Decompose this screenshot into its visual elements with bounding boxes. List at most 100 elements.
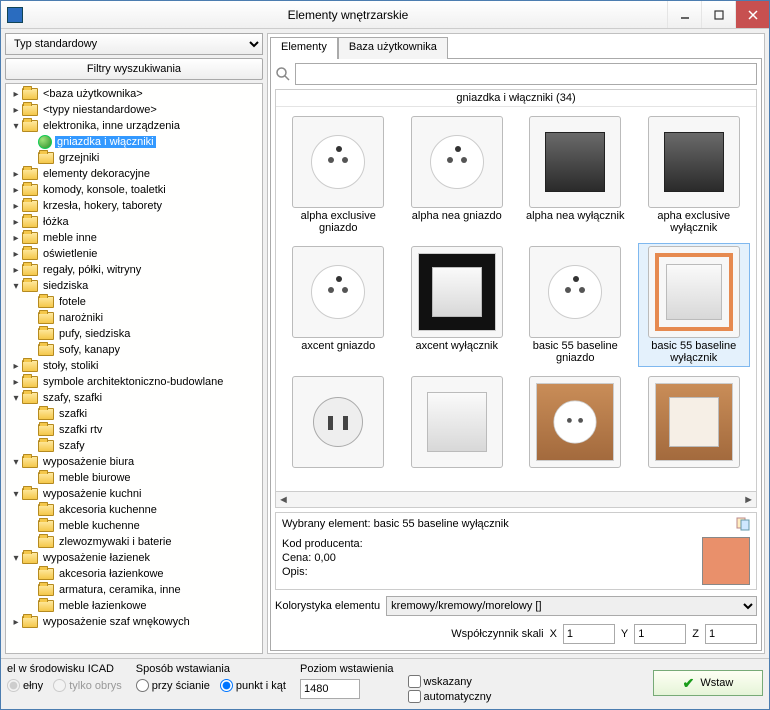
tree-node[interactable]: ▪akcesoria kuchenne xyxy=(6,502,262,518)
tree-node[interactable]: ▸<baza użytkownika> xyxy=(6,86,262,102)
collapse-icon[interactable]: ▾ xyxy=(10,553,22,564)
tree-node[interactable]: ▪zlewozmywaki i baterie xyxy=(6,534,262,550)
tree-node[interactable]: ▪fotele xyxy=(6,294,262,310)
tree-node[interactable]: ▸stoły, stoliki xyxy=(6,358,262,374)
grid-item[interactable] xyxy=(282,373,395,491)
collapse-icon[interactable]: ▾ xyxy=(10,121,22,132)
tree-label: elektronika, inne urządzenia xyxy=(41,120,182,132)
tree-node[interactable]: ▸ wyposażenie szaf wnękowych xyxy=(6,614,262,630)
folder-icon xyxy=(38,152,54,164)
item-grid[interactable]: alpha exclusive gniazdo alpha nea gniazdo… xyxy=(276,107,756,491)
expand-icon[interactable]: ▸ xyxy=(10,265,22,276)
grid-item[interactable]: axcent wyłącznik xyxy=(401,243,514,367)
category-tree[interactable]: ▸<baza użytkownika>▸<typy niestandardowe… xyxy=(5,83,263,654)
folder-icon xyxy=(38,568,54,580)
tree-node[interactable]: ▸komody, konsole, toaletki xyxy=(6,182,262,198)
expand-icon[interactable]: ▸ xyxy=(10,105,22,116)
tree-node[interactable]: ▪meble biurowe xyxy=(6,470,262,486)
tree-node[interactable]: ▪szafki rtv xyxy=(6,422,262,438)
tree-node[interactable]: ▸regały, półki, witryny xyxy=(6,262,262,278)
tree-node[interactable]: ▾wyposażenie łazienek xyxy=(6,550,262,566)
item-caption: alpha nea gniazdo xyxy=(412,210,502,234)
expand-icon[interactable]: ▸ xyxy=(10,377,22,388)
tree-node[interactable]: ▾szafy, szafki xyxy=(6,390,262,406)
tree-node[interactable]: ▸meble inne xyxy=(6,230,262,246)
tree-label: wyposażenie szaf wnękowych xyxy=(41,616,192,628)
grid-item[interactable]: basic 55 baseline gniazdo xyxy=(519,243,632,367)
collapse-icon[interactable]: ▾ xyxy=(10,489,22,500)
insert-button[interactable]: ✔Wstaw xyxy=(653,670,763,696)
tree-node[interactable]: ▪narożniki xyxy=(6,310,262,326)
maximize-button[interactable] xyxy=(701,1,735,28)
expand-icon[interactable]: ▸ xyxy=(10,201,22,212)
color-select[interactable]: kremowy/kremowy/morelowy [] xyxy=(386,596,757,616)
grid-item[interactable] xyxy=(638,373,751,491)
expand-icon[interactable]: ▸ xyxy=(10,361,22,372)
tree-node[interactable]: ▪gniazdka i włączniki xyxy=(6,134,262,150)
radio-by-wall[interactable]: przy ścianie xyxy=(136,679,210,692)
expand-icon[interactable]: ▸ xyxy=(10,249,22,260)
grid-item[interactable] xyxy=(519,373,632,491)
grid-title: gniazdka i włączniki (34) xyxy=(276,90,756,107)
grid-item[interactable]: basic 55 baseline wyłącznik xyxy=(638,243,751,367)
radio-full[interactable]: ełny xyxy=(7,679,43,692)
check-indicated[interactable]: wskazany xyxy=(408,675,492,688)
tree-node[interactable]: ▪armatura, ceramika, inne xyxy=(6,582,262,598)
tab-user-base[interactable]: Baza użytkownika xyxy=(338,37,448,59)
tree-node[interactable]: ▪grzejniki xyxy=(6,150,262,166)
tree-node[interactable]: ▾wyposażenie kuchni xyxy=(6,486,262,502)
grid-item[interactable]: apha exclusive wyłącznik xyxy=(638,113,751,237)
item-caption: axcent gniazdo xyxy=(301,340,375,364)
folder-icon xyxy=(22,200,38,212)
type-select[interactable]: Typ standardowy xyxy=(5,33,263,55)
collapse-icon[interactable]: ▾ xyxy=(10,393,22,404)
expand-icon[interactable]: ▸ xyxy=(10,617,22,628)
radio-point-angle[interactable]: punkt i kąt xyxy=(220,679,286,692)
tree-label: oświetlenie xyxy=(41,248,99,260)
search-input[interactable] xyxy=(295,63,757,85)
folder-icon xyxy=(22,168,38,180)
tree-node[interactable]: ▸elementy dekoracyjne xyxy=(6,166,262,182)
tree-node[interactable]: ▪szafki xyxy=(6,406,262,422)
folder-icon xyxy=(38,424,54,436)
expand-icon[interactable]: ▸ xyxy=(10,169,22,180)
tree-node[interactable]: ▸łóżka xyxy=(6,214,262,230)
scale-x-input[interactable] xyxy=(563,624,615,644)
filter-button[interactable]: Filtry wyszukiwania xyxy=(5,58,263,80)
tree-node[interactable]: ▪meble kuchenne xyxy=(6,518,262,534)
tree-label: gniazdka i włączniki xyxy=(55,136,156,148)
tab-elements[interactable]: Elementy xyxy=(270,37,338,59)
grid-item[interactable]: alpha nea gniazdo xyxy=(401,113,514,237)
check-automatic[interactable]: automatyczny xyxy=(408,690,492,703)
thumbnail xyxy=(292,246,384,338)
tree-node[interactable]: ▸krzesła, hokery, taborety xyxy=(6,198,262,214)
tree-node[interactable]: ▸<typy niestandardowe> xyxy=(6,102,262,118)
grid-item[interactable]: alpha nea wyłącznik xyxy=(519,113,632,237)
grid-item[interactable]: axcent gniazdo xyxy=(282,243,395,367)
tree-node[interactable]: ▾wyposażenie biura xyxy=(6,454,262,470)
tree-node[interactable]: ▪meble łazienkowe xyxy=(6,598,262,614)
level-input[interactable] xyxy=(300,679,360,699)
scale-z-input[interactable] xyxy=(705,624,757,644)
minimize-button[interactable] xyxy=(667,1,701,28)
tree-node[interactable]: ▾ elektronika, inne urządzenia xyxy=(6,118,262,134)
expand-icon[interactable]: ▸ xyxy=(10,185,22,196)
tree-node[interactable]: ▸ oświetlenie xyxy=(6,246,262,262)
h-scrollbar[interactable]: ◄► xyxy=(276,491,756,507)
tree-node[interactable]: ▸symbole architektoniczno-budowlane xyxy=(6,374,262,390)
grid-item[interactable]: alpha exclusive gniazdo xyxy=(282,113,395,237)
expand-icon[interactable]: ▸ xyxy=(10,89,22,100)
notes-icon[interactable] xyxy=(736,517,750,531)
grid-item[interactable] xyxy=(401,373,514,491)
tree-node[interactable]: ▪szafy xyxy=(6,438,262,454)
close-button[interactable] xyxy=(735,1,769,28)
expand-icon[interactable]: ▸ xyxy=(10,217,22,228)
tree-node[interactable]: ▾siedziska xyxy=(6,278,262,294)
collapse-icon[interactable]: ▾ xyxy=(10,281,22,292)
tree-node[interactable]: ▪sofy, kanapy xyxy=(6,342,262,358)
tree-node[interactable]: ▪akcesoria łazienkowe xyxy=(6,566,262,582)
expand-icon[interactable]: ▸ xyxy=(10,233,22,244)
collapse-icon[interactable]: ▾ xyxy=(10,457,22,468)
scale-y-input[interactable] xyxy=(634,624,686,644)
tree-node[interactable]: ▪pufy, siedziska xyxy=(6,326,262,342)
